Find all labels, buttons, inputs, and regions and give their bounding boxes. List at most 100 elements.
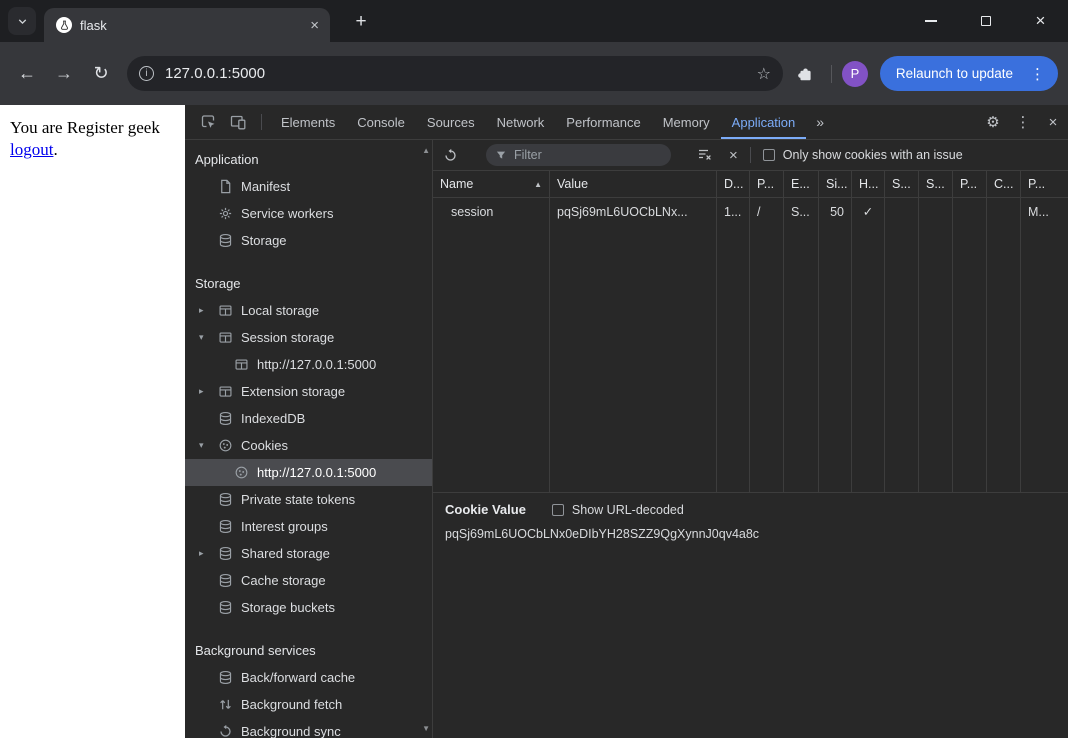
sidebar-item-storage[interactable]: Storage <box>185 227 432 254</box>
cookie-row-path[interactable]: / <box>750 198 784 225</box>
extensions-button[interactable] <box>791 65 821 82</box>
relaunch-button[interactable]: Relaunch to update ⋮ <box>880 56 1058 91</box>
reload-button[interactable]: ↻ <box>86 63 116 84</box>
cookie-row-name[interactable]: session <box>433 198 550 225</box>
scrollbar-down-icon[interactable]: ▼ <box>422 724 430 733</box>
sidebar-item-label: Storage <box>241 233 287 248</box>
column-header-priority[interactable]: P... <box>1021 171 1068 198</box>
cookie-row-expires[interactable]: S... <box>784 198 819 225</box>
refresh-icon[interactable] <box>443 148 458 163</box>
column-header-size[interactable]: Si... <box>819 171 852 198</box>
url-decode-checkbox[interactable] <box>552 504 564 516</box>
sidebar-item-label: Local storage <box>241 303 319 318</box>
cookie-row-cross-site[interactable] <box>987 198 1021 225</box>
sidebar-item-label: Interest groups <box>241 519 328 534</box>
logout-link[interactable]: logout <box>10 140 53 159</box>
cookie-row-size[interactable]: 50 <box>819 198 852 225</box>
devtools-menu-icon[interactable]: ⋮ <box>1008 105 1038 139</box>
cookie-icon <box>218 438 233 453</box>
chevron-right-icon[interactable]: ▸ <box>199 548 218 559</box>
bookmark-star-icon[interactable]: ☆ <box>757 64 771 84</box>
sidebar-item-local-storage[interactable]: ▸ Local storage <box>185 297 432 324</box>
sidebar-item-background-fetch[interactable]: Background fetch <box>185 691 432 718</box>
column-header-expires[interactable]: E... <box>784 171 819 198</box>
browser-tab[interactable]: flask × <box>44 8 330 42</box>
omnibox[interactable]: i 127.0.0.1:5000 ☆ <box>127 56 783 91</box>
site-info-icon[interactable]: i <box>139 66 154 81</box>
new-tab-button[interactable]: + <box>348 9 374 35</box>
chevron-down-icon[interactable]: ▾ <box>199 332 218 343</box>
sidebar-item-shared-storage[interactable]: ▸ Shared storage <box>185 540 432 567</box>
column-header-path[interactable]: P... <box>750 171 784 198</box>
inspect-icon <box>200 114 216 130</box>
sidebar-item-service-workers[interactable]: Service workers <box>185 200 432 227</box>
tab-sources[interactable]: Sources <box>416 105 486 139</box>
cookie-row-httponly-check[interactable]: ✓ <box>852 198 885 225</box>
column-header-samesite[interactable]: S... <box>919 171 953 198</box>
more-tabs-icon[interactable]: » <box>806 105 834 139</box>
filter-input[interactable]: Filter <box>486 144 671 166</box>
sidebar-item-background-sync[interactable]: Background sync <box>185 718 432 738</box>
tab-network[interactable]: Network <box>486 105 556 139</box>
devtools-settings-button[interactable]: ⚙ <box>978 105 1008 139</box>
column-header-partition-key[interactable]: P... <box>953 171 987 198</box>
cookie-row-partition-key[interactable] <box>953 198 987 225</box>
funnel-icon <box>495 149 507 161</box>
cookie-row-samesite[interactable] <box>919 198 953 225</box>
cookie-row-domain[interactable]: 1... <box>717 198 750 225</box>
application-sidebar: Application Manifest Service workers <box>185 140 433 738</box>
sidebar-item-session-storage[interactable]: ▾ Session storage <box>185 324 432 351</box>
tab-console[interactable]: Console <box>346 105 416 139</box>
sidebar-item-indexeddb[interactable]: IndexedDB <box>185 405 432 432</box>
chevron-down-icon <box>16 15 29 28</box>
cookie-row-secure[interactable] <box>885 198 919 225</box>
sidebar-item-manifest[interactable]: Manifest <box>185 173 432 200</box>
clear-all-cookies-icon[interactable] <box>697 147 713 163</box>
worker-gear-icon <box>218 206 233 221</box>
chevron-right-icon[interactable]: ▸ <box>199 386 218 397</box>
delete-selected-icon[interactable]: × <box>729 147 738 164</box>
device-toolbar-button[interactable] <box>223 105 253 139</box>
tab-elements[interactable]: Elements <box>270 105 346 139</box>
column-header-value[interactable]: Value <box>550 171 717 198</box>
column-header-domain[interactable]: D... <box>717 171 750 198</box>
column-header-httponly[interactable]: H... <box>852 171 885 198</box>
tab-performance[interactable]: Performance <box>555 105 651 139</box>
sidebar-item-extension-storage[interactable]: ▸ Extension storage <box>185 378 432 405</box>
sidebar-item-session-storage-origin[interactable]: http://127.0.0.1:5000 <box>185 351 432 378</box>
cookie-row-priority[interactable]: M... <box>1021 198 1068 225</box>
back-button[interactable]: ← <box>12 63 42 84</box>
sidebar-item-cookies[interactable]: ▾ Cookies <box>185 432 432 459</box>
tab-close-icon[interactable]: × <box>307 17 322 34</box>
url-text[interactable]: 127.0.0.1:5000 <box>165 65 749 82</box>
relaunch-label: Relaunch to update <box>896 66 1013 81</box>
minimize-button[interactable] <box>903 0 958 42</box>
issue-filter-checkbox[interactable] <box>763 149 775 161</box>
column-header-secure[interactable]: S... <box>885 171 919 198</box>
column-header-cross-site[interactable]: C... <box>987 171 1021 198</box>
profile-avatar[interactable]: P <box>842 61 868 87</box>
tab-application[interactable]: Application <box>721 105 807 139</box>
toolbar-separator <box>750 147 751 163</box>
sidebar-item-cache-storage[interactable]: Cache storage <box>185 567 432 594</box>
close-window-button[interactable]: × <box>1013 0 1068 42</box>
cookie-row-value[interactable]: pqSj69mL6UOCbLNx... <box>550 198 717 225</box>
chevron-down-icon[interactable]: ▾ <box>199 440 218 451</box>
chevron-right-icon[interactable]: ▸ <box>199 305 218 316</box>
scrollbar-up-icon[interactable]: ▲ <box>422 146 430 155</box>
database-icon <box>218 670 233 685</box>
sidebar-item-private-state-tokens[interactable]: Private state tokens <box>185 486 432 513</box>
sidebar-item-interest-groups[interactable]: Interest groups <box>185 513 432 540</box>
devtools-close-icon[interactable]: × <box>1038 105 1068 139</box>
sidebar-item-cookies-origin[interactable]: http://127.0.0.1:5000 <box>185 459 432 486</box>
database-icon <box>218 573 233 588</box>
forward-button[interactable]: → <box>49 63 79 84</box>
sidebar-item-storage-buckets[interactable]: Storage buckets <box>185 594 432 621</box>
sidebar-item-back-forward-cache[interactable]: Back/forward cache <box>185 664 432 691</box>
tab-search-button[interactable] <box>8 7 36 35</box>
tab-memory[interactable]: Memory <box>652 105 721 139</box>
column-header-name[interactable]: Name ▲ <box>433 171 550 198</box>
inspect-element-button[interactable] <box>193 105 223 139</box>
maximize-button[interactable] <box>958 0 1013 42</box>
browser-menu-icon[interactable]: ⋮ <box>1023 65 1052 83</box>
